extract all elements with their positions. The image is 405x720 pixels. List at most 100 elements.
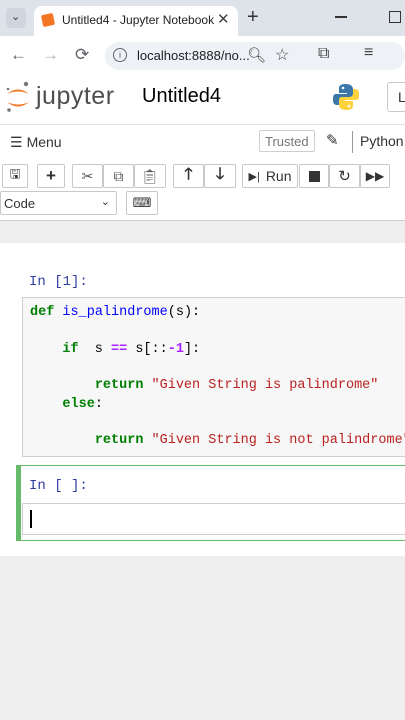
jupyter-logo-icon[interactable]	[4, 80, 32, 114]
run-label: Run	[265, 168, 292, 184]
browser-tab-strip: ⌄ Untitled4 - Jupyter Notebook ✕ +	[0, 0, 405, 36]
trusted-indicator[interactable]: Trusted	[259, 130, 315, 152]
kernel-name[interactable]: Python	[360, 133, 404, 149]
menu-label: Menu	[26, 134, 62, 150]
code-token: return	[94, 433, 144, 449]
copy-icon: ⧉	[113, 167, 124, 184]
reading-list-icon[interactable]: ≡	[364, 44, 373, 62]
cell-prompt: In [1]:	[29, 274, 88, 290]
reload-icon[interactable]: ⟳	[75, 45, 89, 65]
jupyter-header: jupyter Untitled4 L	[0, 76, 405, 124]
code-token: (s):	[167, 305, 201, 320]
jupyter-favicon-icon	[40, 12, 56, 28]
maximize-icon[interactable]	[389, 11, 401, 23]
restart-run-all-button[interactable]: ▶▶	[360, 164, 390, 188]
back-arrow-icon[interactable]: ←	[10, 45, 27, 65]
run-button[interactable]: ▶| Run	[242, 164, 298, 188]
code-token: :	[94, 396, 103, 412]
bookmark-star-icon[interactable]: ☆	[275, 45, 289, 65]
fast-forward-icon: ▶▶	[365, 169, 385, 183]
paste-button[interactable]: 📋︎	[134, 164, 166, 188]
code-token: if	[62, 341, 79, 357]
python-logo-icon	[333, 84, 359, 110]
interrupt-kernel-button[interactable]	[299, 164, 329, 188]
chevron-down-icon: ⌄	[100, 196, 110, 208]
code-cell[interactable]: In [1]: def is_palindrome(s): if s == s[…	[0, 269, 405, 459]
address-bar[interactable]: i localhost:8888/no... 🔍︎ ☆	[105, 42, 405, 70]
paste-icon: 📋︎	[141, 167, 159, 184]
code-token: "Given String is palindrome"	[151, 378, 379, 394]
code-token: def	[30, 305, 55, 320]
jupyter-toolbar: 🖫︎ + ✂ ⧉ 📋︎ 🡑 🡓 ▶| Run ↻ ▶▶ Code ⌄ ⌨	[0, 158, 405, 221]
code-token: is_palindrome	[62, 305, 168, 320]
code-token: -1	[167, 341, 184, 357]
restart-kernel-button[interactable]: ↻	[329, 164, 360, 188]
notebook-container: In [1]: def is_palindrome(s): if s == s[…	[0, 243, 405, 556]
browser-tab[interactable]: Untitled4 - Jupyter Notebook ✕	[34, 6, 238, 36]
plus-icon: +	[46, 166, 56, 185]
save-icon: 🖫︎	[9, 166, 21, 181]
save-button[interactable]: 🖫︎	[2, 164, 28, 188]
code-line: else:	[30, 397, 103, 412]
zoom-icon[interactable]: 🔍︎	[247, 46, 266, 64]
cell-prompt: In [ ]:	[29, 478, 88, 494]
insert-cell-button[interactable]: +	[37, 164, 65, 188]
url-text[interactable]: localhost:8888/no...	[137, 48, 250, 63]
tab-title: Untitled4 - Jupyter Notebook	[62, 13, 215, 27]
code-token: s	[78, 341, 112, 357]
code-token: ]:	[183, 341, 201, 357]
minimize-icon[interactable]	[335, 16, 347, 18]
notebook-name[interactable]: Untitled4	[142, 85, 221, 108]
trusted-label: Trusted	[265, 134, 309, 149]
command-palette-button[interactable]: ⌨	[126, 191, 158, 215]
forward-arrow-icon[interactable]: →	[42, 45, 59, 65]
arrow-down-icon: 🡓	[215, 165, 225, 183]
browser-toolbar: ← → ⟳ i localhost:8888/no... 🔍︎ ☆ ⧉ ≡	[0, 36, 405, 77]
code-line: def is_palindrome(s):	[30, 305, 200, 320]
restart-icon: ↻	[338, 168, 351, 185]
code-line: return "Given String is not palindrome"	[30, 433, 405, 448]
chevron-down-icon: ⌄	[11, 11, 21, 23]
menu-button[interactable]: ☰ Menu	[10, 133, 62, 151]
code-token: s[::	[127, 341, 168, 357]
kernel-divider	[352, 131, 353, 153]
code-token: else	[62, 396, 95, 412]
logout-button[interactable]: L	[387, 82, 405, 112]
site-info-icon[interactable]: i	[113, 48, 127, 62]
scissors-icon: ✂	[81, 167, 94, 184]
edit-pencil-icon[interactable]: ✎	[326, 131, 339, 149]
jupyter-menubar: ☰ Menu Trusted ✎ Python	[0, 124, 405, 160]
code-cell-selected[interactable]: In [ ]:	[16, 465, 405, 541]
close-icon[interactable]: ✕	[217, 10, 230, 28]
logout-label: L	[398, 89, 405, 105]
tab-search-button[interactable]: ⌄	[6, 8, 26, 28]
extensions-icon[interactable]: ⧉	[318, 45, 329, 63]
code-token: return	[94, 378, 144, 394]
new-tab-icon[interactable]: +	[247, 6, 259, 29]
arrow-up-icon: 🡑	[184, 165, 193, 183]
copy-button[interactable]: ⧉	[103, 164, 134, 188]
code-token: ==	[111, 341, 128, 357]
code-line: if s == s[::-1]:	[30, 342, 200, 357]
code-input-area[interactable]: def is_palindrome(s): if s == s[::-1]: r…	[22, 297, 405, 457]
move-up-button[interactable]: 🡑	[173, 164, 204, 188]
code-input-area[interactable]	[22, 503, 405, 535]
step-forward-icon: ▶|	[248, 170, 260, 183]
cell-type-value: Code	[4, 195, 36, 211]
jupyter-logo-text[interactable]: jupyter	[36, 82, 115, 111]
text-cursor	[30, 510, 32, 528]
hamburger-icon: ☰	[10, 133, 23, 150]
code-line: return "Given String is palindrome"	[30, 378, 379, 394]
stop-icon	[308, 170, 320, 182]
cell-type-select[interactable]: Code ⌄	[0, 191, 117, 215]
code-token: "Given String is not palindrome"	[151, 433, 405, 449]
keyboard-icon: ⌨	[132, 195, 152, 210]
cut-button[interactable]: ✂	[72, 164, 103, 188]
move-down-button[interactable]: 🡓	[204, 164, 236, 188]
